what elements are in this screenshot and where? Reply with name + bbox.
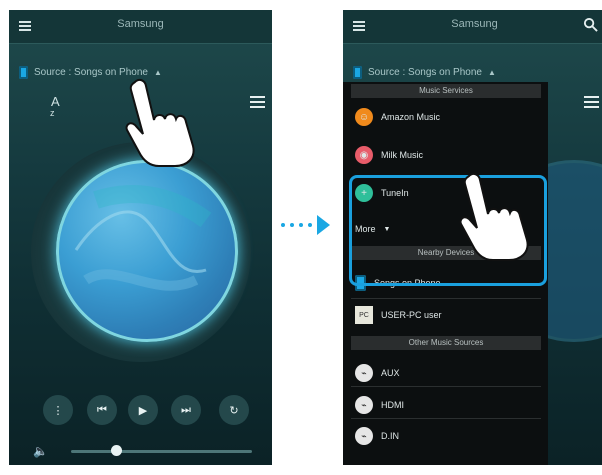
plug-icon: ⌁ xyxy=(355,364,373,382)
source-aux[interactable]: ⌁ AUX xyxy=(355,362,400,384)
music-services-header: Music Services xyxy=(351,84,541,98)
phone-icon xyxy=(353,65,362,79)
arrow-head xyxy=(317,215,330,235)
source-label: Source : Songs on Phone xyxy=(368,66,482,78)
play-button[interactable]: ▶ xyxy=(128,395,158,425)
divider xyxy=(351,386,541,387)
album-art-disc[interactable] xyxy=(56,160,238,342)
sort-az-button[interactable]: A z xyxy=(50,94,60,118)
app-title: Samsung xyxy=(451,18,498,30)
playlist-menu-icon[interactable] xyxy=(584,96,599,110)
source-d-in[interactable]: ⌁ D.IN xyxy=(355,425,399,447)
device-user-pc[interactable]: PC USER-PC user xyxy=(355,304,442,326)
arrow-right-icon xyxy=(281,215,331,235)
playlist-menu-icon[interactable] xyxy=(250,96,265,110)
device-label: USER-PC user xyxy=(381,310,442,320)
az-letter-top: A xyxy=(51,94,60,109)
source-option-label: HDMI xyxy=(381,400,404,410)
app-title: Samsung xyxy=(117,18,164,30)
source-dropdown: Music Services ☺ Amazon Music ◉ Milk Mus… xyxy=(343,82,548,465)
service-label: Amazon Music xyxy=(381,112,441,122)
disc-art xyxy=(74,185,212,291)
left-phone-screen: Samsung Source : Songs on Phone ▲ A z ⋮ … xyxy=(9,10,272,465)
source-hdmi[interactable]: ⌁ HDMI xyxy=(355,394,404,416)
top-bar: Samsung xyxy=(343,10,602,44)
next-button[interactable]: ⏭ xyxy=(171,395,201,425)
phone-icon xyxy=(19,65,28,79)
service-label: Milk Music xyxy=(381,150,423,160)
arrow-dot xyxy=(299,223,303,227)
right-phone-screen: Samsung Source : Songs on Phone ▲ Music … xyxy=(343,10,602,465)
pointer-hand-icon xyxy=(459,172,529,261)
playback-controls: ⋮ ⏮ ▶ ⏭ ↻ xyxy=(9,395,272,425)
arrow-dot xyxy=(308,223,312,227)
arrow-dot xyxy=(281,223,285,227)
chevron-up-icon: ▲ xyxy=(487,67,496,77)
arrow-dot xyxy=(290,223,294,227)
other-sources-header: Other Music Sources xyxy=(351,336,541,350)
source-option-label: AUX xyxy=(381,368,400,378)
progress-knob[interactable] xyxy=(110,445,122,456)
plug-icon: ⌁ xyxy=(355,427,373,445)
service-milk-music[interactable]: ◉ Milk Music xyxy=(355,144,423,166)
plug-icon: ⌁ xyxy=(355,396,373,414)
pc-icon: PC xyxy=(355,306,373,324)
az-letter-bottom: z xyxy=(50,108,55,118)
pointer-hand-icon xyxy=(125,78,195,167)
divider xyxy=(351,418,541,419)
source-selector[interactable]: Source : Songs on Phone ▲ xyxy=(353,65,496,79)
top-bar: Samsung xyxy=(9,10,272,44)
progress-bar[interactable] xyxy=(71,450,252,453)
service-amazon-music[interactable]: ☺ Amazon Music xyxy=(355,106,440,128)
amazon-music-icon: ☺ xyxy=(355,108,373,126)
more-options-button[interactable]: ⋮ xyxy=(43,395,73,425)
milk-music-icon: ◉ xyxy=(355,146,373,164)
divider xyxy=(351,298,541,299)
search-icon[interactable] xyxy=(583,17,598,32)
previous-button[interactable]: ⏮ xyxy=(87,395,117,425)
repeat-button[interactable]: ↻ xyxy=(219,395,249,425)
volume-icon[interactable]: 🔈 xyxy=(33,444,48,458)
source-option-label: D.IN xyxy=(381,431,399,441)
